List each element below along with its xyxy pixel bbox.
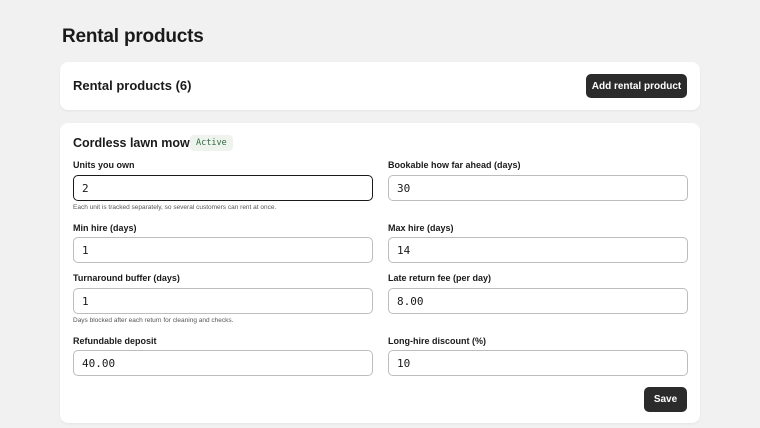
page-title: Rental products bbox=[62, 26, 204, 47]
min-hire-label: Min hire (days) bbox=[73, 223, 137, 233]
turnaround-help-text: Days blocked after each return for clean… bbox=[73, 317, 234, 324]
max-hire-input[interactable] bbox=[388, 237, 688, 263]
status-badge: Active bbox=[190, 135, 233, 151]
product-name: Cordless lawn mower bbox=[73, 136, 202, 150]
add-rental-product-button[interactable]: Add rental product bbox=[586, 74, 687, 98]
discount-input[interactable] bbox=[388, 350, 688, 376]
deposit-label: Refundable deposit bbox=[73, 336, 157, 346]
save-button[interactable]: Save bbox=[644, 387, 687, 412]
turnaround-label: Turnaround buffer (days) bbox=[73, 273, 180, 283]
units-input[interactable] bbox=[73, 175, 373, 201]
discount-label: Long-hire discount (%) bbox=[388, 336, 486, 346]
rental-products-header-card: Rental products (6) Add rental product bbox=[60, 62, 700, 110]
max-hire-label: Max hire (days) bbox=[388, 223, 454, 233]
units-label: Units you own bbox=[73, 160, 135, 170]
bookable-input[interactable] bbox=[388, 175, 688, 201]
turnaround-input[interactable] bbox=[73, 288, 373, 314]
late-fee-input[interactable] bbox=[388, 288, 688, 314]
bookable-label: Bookable how far ahead (days) bbox=[388, 160, 521, 170]
deposit-input[interactable] bbox=[73, 350, 373, 376]
units-help-text: Each unit is tracked separately, so seve… bbox=[73, 204, 277, 211]
rental-products-count-heading: Rental products (6) bbox=[73, 78, 192, 93]
min-hire-input[interactable] bbox=[73, 237, 373, 263]
product-form-card: Cordless lawn mower Active Units you own… bbox=[60, 123, 700, 423]
late-fee-label: Late return fee (per day) bbox=[388, 273, 492, 283]
